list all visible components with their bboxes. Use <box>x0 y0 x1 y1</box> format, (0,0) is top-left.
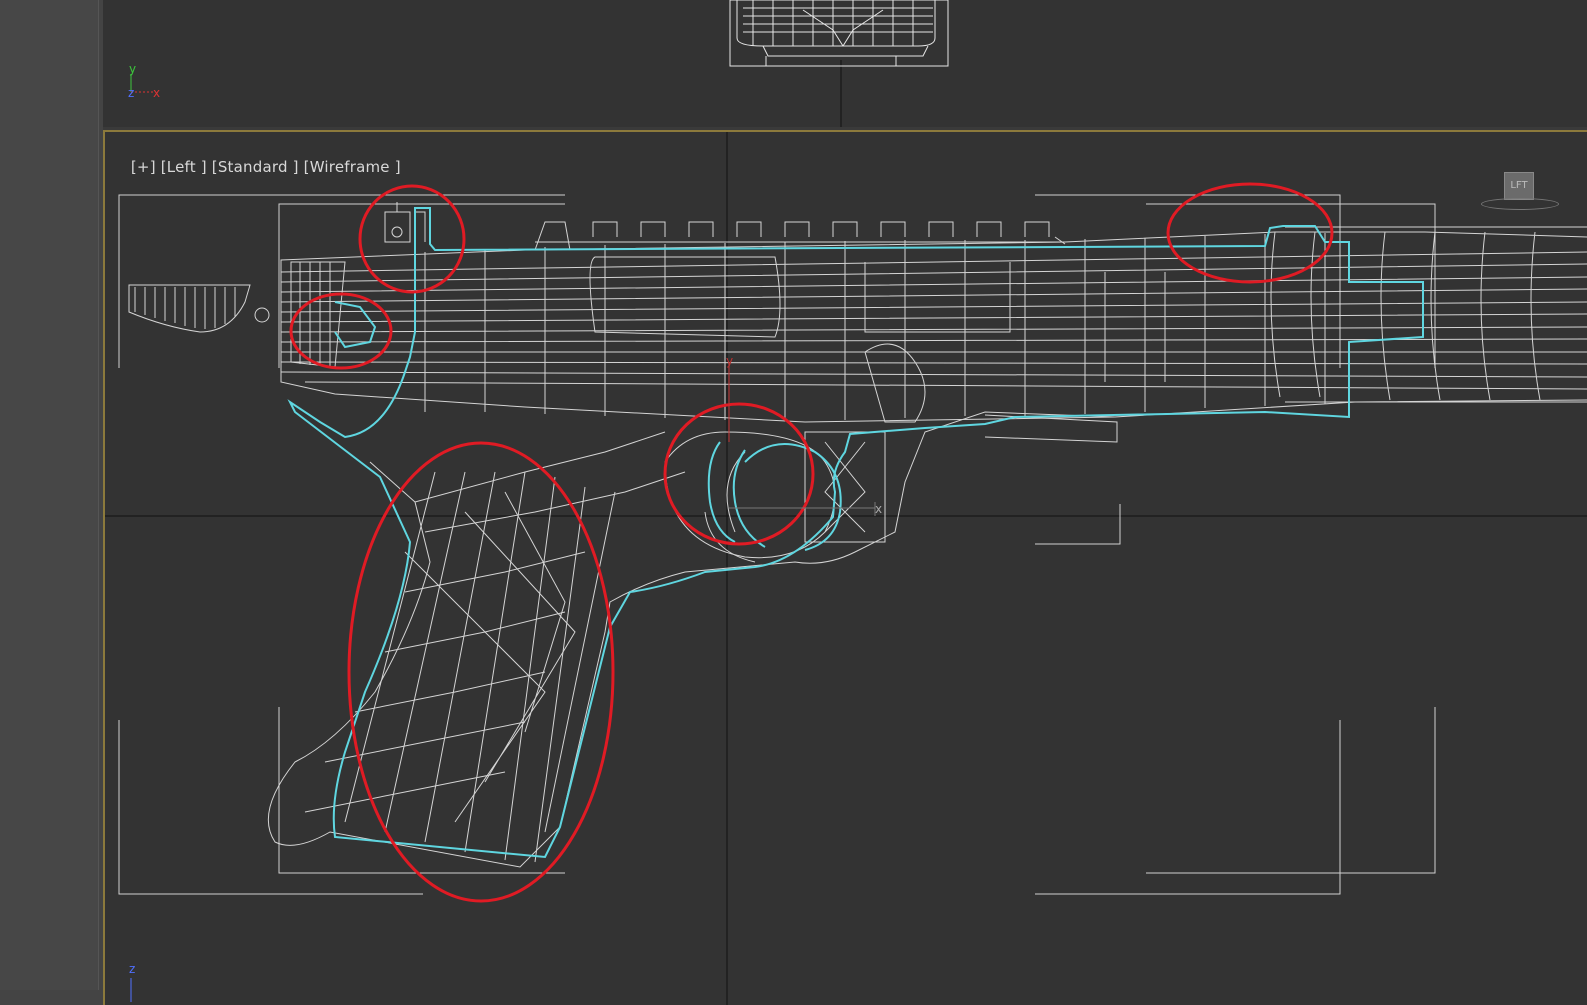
viewport-left[interactable]: [+] [Left ] [Standard ] [Wireframe ] y x… <box>103 130 1587 1005</box>
gizmo-x-label: x <box>875 502 883 516</box>
left-view-wire-canvas <box>105 132 1587 1005</box>
top-view-mesh <box>729 0 949 67</box>
wireframe-mesh <box>128 202 1587 868</box>
viewport-top[interactable]: y z x <box>103 0 1587 127</box>
command-panel-strip <box>0 0 103 1005</box>
axis-tripod-icon: y z x <box>125 62 175 112</box>
axis-tripod-bottom-icon <box>130 978 132 1002</box>
selection-outline <box>287 207 1424 859</box>
command-panel-inner <box>0 0 99 990</box>
axis-y-label: y <box>129 62 137 76</box>
axis-x-label: x <box>153 86 161 100</box>
top-view-wire-canvas <box>729 0 949 127</box>
viewcube-icon[interactable]: LFT <box>1504 172 1534 200</box>
viewcube-ring[interactable] <box>1481 198 1559 210</box>
gizmo-y-label: y <box>726 354 734 368</box>
axis-z-label: z <box>128 86 135 100</box>
